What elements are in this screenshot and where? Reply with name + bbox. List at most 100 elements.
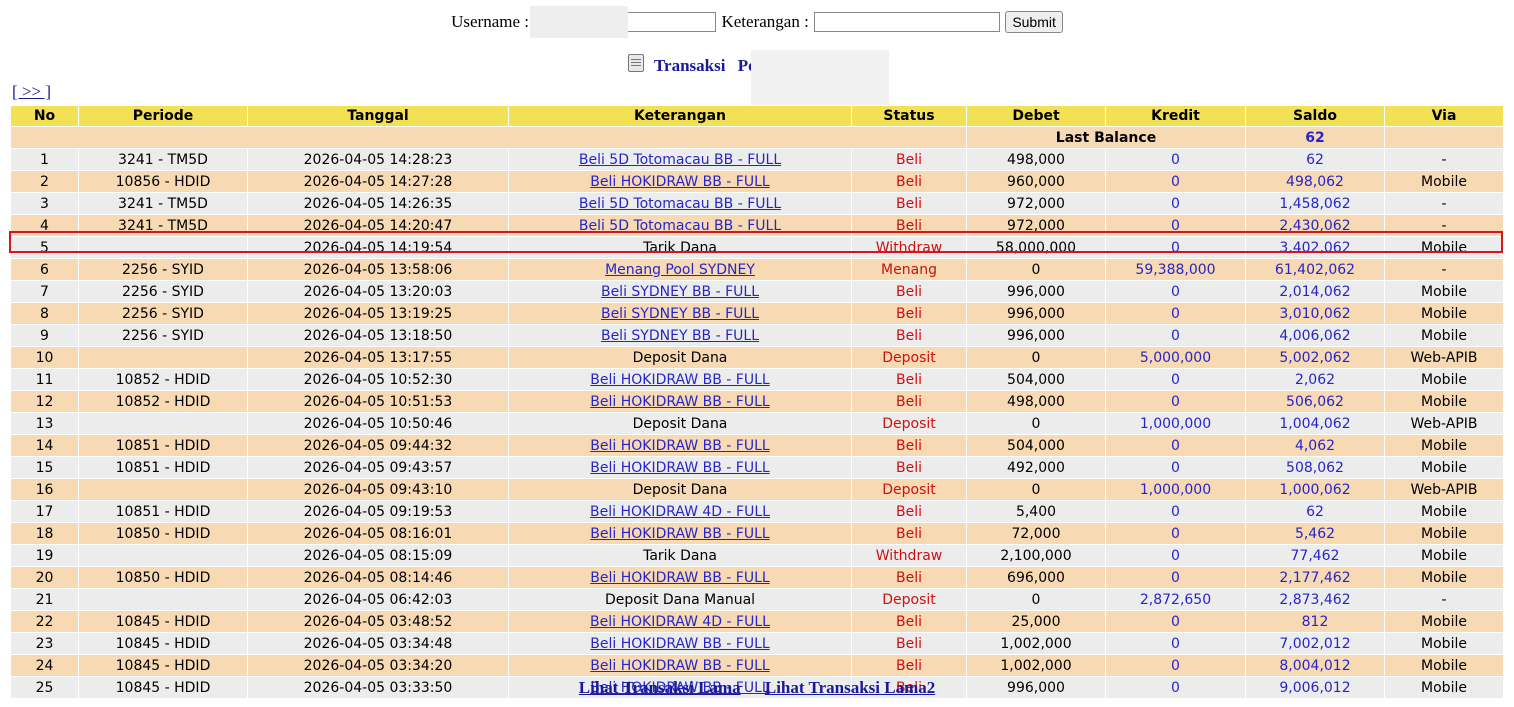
via-cell: Web-APIB bbox=[1384, 478, 1504, 501]
table-row: 9 2256 - SYID 2026-04-05 13:18:50 Beli SYDN… bbox=[10, 324, 1504, 347]
via-cell: - bbox=[1384, 192, 1504, 215]
debet-cell: 498,000 bbox=[966, 148, 1106, 171]
periode-cell: 10845 - HDID bbox=[78, 632, 248, 655]
keterangan-link[interactable]: Beli HOKIDRAW BB - FULL bbox=[590, 394, 769, 410]
status-cell: Beli bbox=[851, 434, 967, 457]
row-number: 7 bbox=[10, 280, 79, 303]
old-transactions-2-link[interactable]: Lihat Transaksi Lama2 bbox=[765, 678, 935, 697]
table-row: 13 2026-04-05 10:50:46 Deposit Dana Deposit… bbox=[10, 412, 1504, 435]
via-cell: Mobile bbox=[1384, 522, 1504, 545]
keterangan-link[interactable]: Beli SYDNEY BB - FULL bbox=[601, 328, 759, 344]
keterangan-cell: Beli 5D Totomacau BB - FULL bbox=[508, 214, 852, 237]
via-cell: Mobile bbox=[1384, 324, 1504, 347]
next-page-link[interactable]: [ >> ] bbox=[12, 82, 51, 102]
keterangan-link[interactable]: Beli 5D Totomacau BB - FULL bbox=[579, 196, 781, 212]
kredit-cell: 0 bbox=[1105, 500, 1246, 523]
keterangan-cell: Beli HOKIDRAW 4D - FULL bbox=[508, 610, 852, 633]
tanggal-cell: 2026-04-05 13:19:25 bbox=[247, 302, 509, 325]
keterangan-link[interactable]: Beli SYDNEY BB - FULL bbox=[601, 306, 759, 322]
keterangan-link[interactable]: Beli HOKIDRAW BB - FULL bbox=[590, 570, 769, 586]
kredit-cell: 0 bbox=[1105, 302, 1246, 325]
saldo-cell: 4,006,062 bbox=[1245, 324, 1385, 347]
debet-cell: 504,000 bbox=[966, 368, 1106, 391]
keterangan-cell: Beli HOKIDRAW BB - FULL bbox=[508, 456, 852, 479]
status-cell: Beli bbox=[851, 324, 967, 347]
via-cell: Mobile bbox=[1384, 654, 1504, 677]
keterangan-link[interactable]: Beli HOKIDRAW BB - FULL bbox=[590, 658, 769, 674]
tab-transaksi[interactable]: Transaksi bbox=[654, 56, 726, 75]
keterangan-cell: Deposit Dana bbox=[508, 346, 852, 369]
debet-cell: 5,400 bbox=[966, 500, 1106, 523]
keterangan-cell: Deposit Dana bbox=[508, 412, 852, 435]
row-number: 23 bbox=[10, 632, 79, 655]
status-cell: Deposit bbox=[851, 412, 967, 435]
kredit-cell: 1,000,000 bbox=[1105, 478, 1246, 501]
periode-cell: 2256 - SYID bbox=[78, 302, 248, 325]
keterangan-link[interactable]: Beli HOKIDRAW BB - FULL bbox=[590, 372, 769, 388]
keterangan-link[interactable]: Beli HOKIDRAW 4D - FULL bbox=[590, 614, 770, 630]
saldo-cell: 1,458,062 bbox=[1245, 192, 1385, 215]
table-row: 11 10852 - HDID 2026-04-05 10:52:30 Beli HO… bbox=[10, 368, 1504, 391]
via-cell: Mobile bbox=[1384, 434, 1504, 457]
keterangan-link[interactable]: Beli 5D Totomacau BB - FULL bbox=[579, 152, 781, 168]
saldo-cell: 2,177,462 bbox=[1245, 566, 1385, 589]
kredit-cell: 1,000,000 bbox=[1105, 412, 1246, 435]
row-number: 18 bbox=[10, 522, 79, 545]
periode-cell: 3241 - TM5D bbox=[78, 192, 248, 215]
table-row: 21 2026-04-05 06:42:03 Deposit Dana Manual… bbox=[10, 588, 1504, 611]
keterangan-link[interactable]: Beli HOKIDRAW BB - FULL bbox=[590, 438, 769, 454]
via-cell: - bbox=[1384, 214, 1504, 237]
kredit-cell: 0 bbox=[1105, 192, 1246, 215]
keterangan-cell: Menang Pool SYDNEY bbox=[508, 258, 852, 281]
saldo-cell: 3,402,062 bbox=[1245, 236, 1385, 259]
status-cell: Beli bbox=[851, 170, 967, 193]
keterangan-link[interactable]: Beli HOKIDRAW BB - FULL bbox=[590, 174, 769, 190]
periode-cell bbox=[78, 588, 248, 611]
table-row: 12 10852 - HDID 2026-04-05 10:51:53 Beli HO… bbox=[10, 390, 1504, 413]
row-number: 3 bbox=[10, 192, 79, 215]
tanggal-cell: 2026-04-05 08:16:01 bbox=[247, 522, 509, 545]
row-number: 4 bbox=[10, 214, 79, 237]
submit-button[interactable]: Submit bbox=[1005, 11, 1063, 34]
keterangan-cell: Beli 5D Totomacau BB - FULL bbox=[508, 148, 852, 171]
status-cell: Beli bbox=[851, 148, 967, 171]
keterangan-cell: Beli 5D Totomacau BB - FULL bbox=[508, 192, 852, 215]
status-cell: Beli bbox=[851, 632, 967, 655]
keterangan-label: Keterangan : bbox=[721, 12, 809, 32]
row-number: 20 bbox=[10, 566, 79, 589]
saldo-cell: 2,014,062 bbox=[1245, 280, 1385, 303]
saldo-cell: 62 bbox=[1245, 500, 1385, 523]
kredit-cell: 0 bbox=[1105, 610, 1246, 633]
keterangan-link[interactable]: Beli 5D Totomacau BB - FULL bbox=[579, 218, 781, 234]
saldo-cell: 508,062 bbox=[1245, 456, 1385, 479]
keterangan-link[interactable]: Beli HOKIDRAW BB - FULL bbox=[590, 460, 769, 476]
keterangan-link[interactable]: Beli HOKIDRAW 4D - FULL bbox=[590, 504, 770, 520]
footer-links: Lihat Transaksi Lama Lihat Transaksi Lam… bbox=[0, 678, 1514, 698]
status-cell: Beli bbox=[851, 456, 967, 479]
via-cell: Mobile bbox=[1384, 368, 1504, 391]
old-transactions-link[interactable]: Lihat Transaksi Lama bbox=[579, 678, 741, 697]
table-row: 16 2026-04-05 09:43:10 Deposit Dana Deposit… bbox=[10, 478, 1504, 501]
keterangan-link[interactable]: Menang Pool SYDNEY bbox=[605, 262, 755, 278]
row-number: 17 bbox=[10, 500, 79, 523]
saldo-cell: 61,402,062 bbox=[1245, 258, 1385, 281]
status-cell: Beli bbox=[851, 280, 967, 303]
keterangan-field[interactable] bbox=[814, 12, 1001, 33]
periode-cell: 10851 - HDID bbox=[78, 456, 248, 479]
keterangan-link[interactable]: Beli HOKIDRAW BB - FULL bbox=[590, 526, 769, 542]
tanggal-cell: 2026-04-05 09:43:10 bbox=[247, 478, 509, 501]
via-cell: Mobile bbox=[1384, 610, 1504, 633]
via-cell: Mobile bbox=[1384, 390, 1504, 413]
saldo-cell: 7,002,012 bbox=[1245, 632, 1385, 655]
keterangan-link[interactable]: Beli SYDNEY BB - FULL bbox=[601, 284, 759, 300]
debet-cell: 2,100,000 bbox=[966, 544, 1106, 567]
column-header: Status bbox=[851, 105, 967, 127]
transaction-table: No Periode Tanggal Keterangan Status Deb… bbox=[10, 105, 1504, 699]
column-header: Saldo bbox=[1245, 105, 1385, 127]
via-cell: Mobile bbox=[1384, 236, 1504, 259]
column-header: Debet bbox=[966, 105, 1106, 127]
tanggal-cell: 2026-04-05 14:19:54 bbox=[247, 236, 509, 259]
debet-cell: 498,000 bbox=[966, 390, 1106, 413]
keterangan-link[interactable]: Beli HOKIDRAW BB - FULL bbox=[590, 636, 769, 652]
tanggal-cell: 2026-04-05 10:51:53 bbox=[247, 390, 509, 413]
